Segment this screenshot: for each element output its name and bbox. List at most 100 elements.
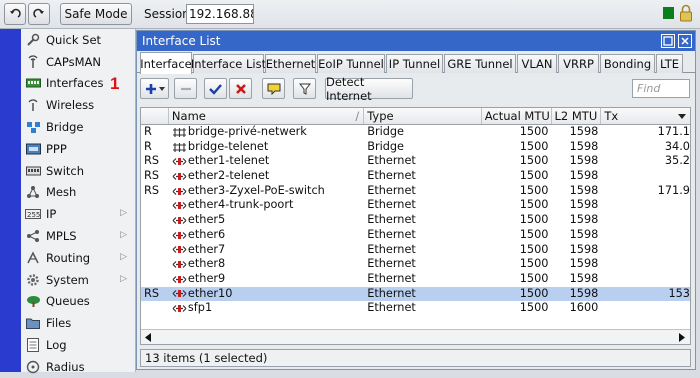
sidebar-item-label: PPP — [46, 141, 67, 156]
table-row[interactable]: ether4-trunk-poort Ethernet 1500 1598 — [141, 198, 690, 213]
tab-interface[interactable]: Interface — [140, 52, 192, 74]
row-name-cell: ether9 — [169, 272, 364, 287]
table-row[interactable]: ether8 Ethernet 1500 1598 — [141, 257, 690, 272]
table-row[interactable]: RS ether10 Ethernet 1500 1598 153 — [141, 286, 690, 302]
redo-button[interactable] — [28, 3, 50, 25]
table-row[interactable]: RS ether2-telenet Ethernet 1500 1598 — [141, 169, 690, 184]
ethernet-row-icon — [172, 245, 187, 255]
status-bar: 13 items (1 selected) — [140, 349, 691, 367]
remove-button[interactable] — [174, 78, 197, 99]
column-header-name[interactable]: Name / — [169, 108, 365, 124]
table-row[interactable]: RS ether1-telenet Ethernet 1500 1598 35.2 — [141, 154, 690, 169]
table-row[interactable]: ether6 Ethernet 1500 1598 — [141, 228, 690, 243]
row-type: Bridge — [367, 125, 405, 138]
tab-interface-list[interactable]: Interface List — [191, 54, 266, 73]
table-row[interactable]: Rbridge-telenet Bridge 1500 1598 34.0 — [141, 140, 690, 155]
row-name-cell: bridge-telenet — [169, 140, 364, 155]
column-header-flags[interactable] — [141, 108, 169, 124]
column-header-actual-mtu[interactable]: Actual MTU — [482, 108, 552, 124]
minus-icon — [180, 87, 191, 90]
row-actual-mtu: 1500 — [519, 213, 549, 227]
table-row[interactable]: ether9 Ethernet 1500 1598 — [141, 272, 690, 287]
sidebar-item-bridge[interactable]: Bridge — [21, 116, 135, 138]
row-l2-mtu: 1598 — [569, 154, 599, 168]
row-name-cell: ether8 — [169, 257, 364, 272]
tab-bonding[interactable]: Bonding — [600, 54, 655, 73]
interface-table: Name / Type Actual MTU L2 MTU Tx Rbridge… — [140, 107, 691, 345]
table-row[interactable]: ether5 Ethernet 1500 1598 — [141, 213, 690, 228]
row-actual-mtu: 1500 — [519, 125, 549, 138]
window-title-bar[interactable]: Interface List — [137, 31, 695, 51]
detect-internet-button[interactable]: Detect Internet — [325, 75, 413, 103]
row-name: ether4-trunk-poort — [187, 198, 294, 212]
column-header-l2-mtu[interactable]: L2 MTU — [552, 108, 602, 124]
sidebar-item-label: Mesh — [46, 185, 77, 200]
sidebar-item-routing[interactable]: Routing ▷ — [21, 247, 135, 269]
sidebar-item-capsman[interactable]: CAPsMAN — [21, 51, 135, 73]
row-tx: 34.0 — [664, 139, 690, 153]
find-input[interactable]: Find — [632, 79, 690, 98]
row-l2-mtu: 1600 — [569, 301, 599, 315]
undo-button[interactable] — [4, 3, 26, 25]
row-tx — [601, 228, 690, 243]
add-interface-button[interactable] — [140, 78, 169, 99]
sidebar-item-ip[interactable]: 255 IP ▷ — [21, 203, 135, 225]
sidebar-item-label: Queues — [46, 294, 90, 309]
row-tx — [601, 198, 690, 213]
close-icon — [681, 37, 689, 45]
row-tx — [601, 243, 690, 258]
scroll-right-icon — [679, 333, 685, 342]
ethernet-row-icon — [172, 215, 187, 225]
sidebar-item-wireless[interactable]: Wireless — [21, 94, 135, 116]
row-name-cell: ether2-telenet — [169, 169, 364, 184]
table-row[interactable]: Rbridge-privé-netwerk Bridge 1500 1598 171.1 — [141, 125, 690, 140]
sidebar-item-quick-set[interactable]: Quick Set — [21, 29, 135, 51]
row-actual-mtu: 1500 — [519, 154, 549, 168]
maximize-window-button[interactable] — [661, 34, 675, 48]
row-type: Bridge — [367, 139, 405, 153]
ethernet-row-icon — [172, 230, 187, 240]
sidebar-item-switch[interactable]: Switch — [21, 160, 135, 182]
connection-status-indicator — [663, 7, 674, 19]
close-window-button[interactable] — [678, 34, 692, 48]
plus-icon — [145, 83, 156, 94]
ethernet-row-icon — [172, 157, 187, 167]
comment-button[interactable] — [262, 78, 285, 99]
column-header-type[interactable]: Type — [364, 108, 482, 124]
sidebar-item-log[interactable]: Log — [21, 334, 135, 356]
safe-mode-button[interactable]: Safe Mode — [60, 3, 132, 25]
sidebar-item-mpls[interactable]: MPLS ▷ — [21, 225, 135, 247]
sidebar-item-mesh[interactable]: Mesh — [21, 182, 135, 204]
sidebar-item-radius[interactable]: Radius — [21, 356, 135, 378]
tab-eoip-tunnel[interactable]: EoIP Tunnel — [317, 54, 385, 73]
comment-icon — [267, 83, 280, 95]
row-flags — [141, 257, 169, 272]
disable-button[interactable] — [229, 78, 252, 99]
sidebar-item-system[interactable]: System ▷ — [21, 269, 135, 291]
filter-button[interactable] — [293, 78, 316, 99]
enable-button[interactable] — [204, 78, 227, 99]
routing-icon — [25, 251, 41, 265]
table-row[interactable]: RS ether3-Zyxel-PoE-switch Ethernet 1500 159… — [141, 184, 690, 199]
table-row[interactable]: sfp1 Ethernet 1500 1600 — [141, 301, 690, 316]
mesh-icon — [25, 185, 41, 199]
tab-ethernet[interactable]: Ethernet — [265, 54, 316, 73]
tab-ip-tunnel[interactable]: IP Tunnel — [386, 54, 443, 73]
session-field[interactable]: 192.168.88.1 — [186, 4, 254, 24]
horizontal-scrollbar[interactable] — [141, 329, 690, 344]
sidebar-item-ppp[interactable]: PPP — [21, 138, 135, 160]
tab-lte[interactable]: LTE — [656, 54, 683, 73]
scroll-left-icon — [145, 333, 151, 342]
tab-vrrp[interactable]: VRRP — [558, 54, 599, 73]
column-header-tx[interactable]: Tx — [601, 108, 690, 124]
ethernet-row-icon — [172, 274, 187, 284]
ethernet-row-icon — [172, 289, 187, 299]
table-row[interactable]: ether7 Ethernet 1500 1598 — [141, 243, 690, 258]
row-type: Ethernet — [367, 227, 416, 241]
sidebar-item-queues[interactable]: Queues — [21, 291, 135, 313]
tab-vlan[interactable]: VLAN — [517, 54, 557, 73]
sidebar-item-files[interactable]: Files — [21, 312, 135, 334]
top-toolbar: Safe Mode Session: 192.168.88.1 — [0, 0, 700, 29]
tab-gre-tunnel[interactable]: GRE Tunnel — [444, 54, 516, 73]
ethernet-row-icon — [172, 171, 187, 181]
